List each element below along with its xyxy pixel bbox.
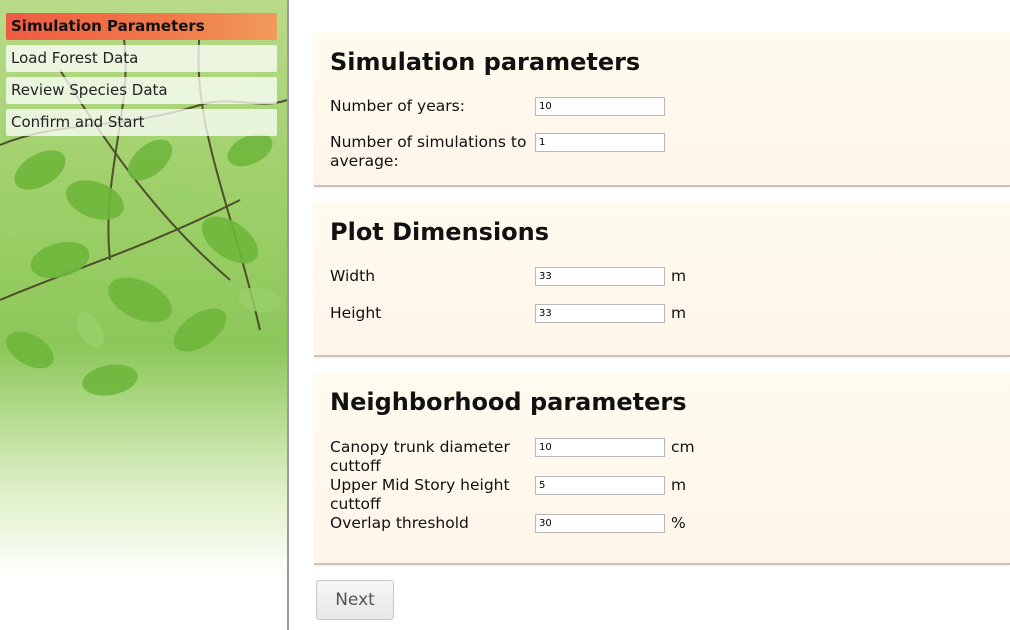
height-label: Height: [330, 304, 382, 322]
simulations-input[interactable]: [535, 133, 665, 152]
width-input[interactable]: [535, 267, 665, 286]
width-row: Width m: [330, 267, 990, 307]
sidebar: Simulation Parameters Load Forest Data R…: [0, 0, 287, 630]
simulation-parameters-title: Simulation parameters: [330, 48, 641, 76]
canopy-label: Canopy trunk diameter cuttoff: [330, 438, 510, 475]
plot-dimensions-title: Plot Dimensions: [330, 218, 550, 246]
neighborhood-parameters-panel: Neighborhood parameters Canopy trunk dia…: [314, 374, 1010, 565]
simulations-label: Number of simulations to average:: [330, 133, 527, 170]
wizard-nav: Simulation Parameters Load Forest Data R…: [6, 13, 277, 141]
canopy-row: Canopy trunk diameter cuttoff cm: [330, 438, 990, 478]
width-unit: m: [671, 267, 687, 285]
years-label: Number of years:: [330, 97, 465, 115]
years-row: Number of years:: [330, 97, 990, 137]
overlap-unit: %: [671, 514, 686, 532]
plot-dimensions-panel: Plot Dimensions Width m Height m: [314, 202, 1010, 357]
overlap-row: Overlap threshold %: [330, 514, 990, 554]
sidebar-divider: [287, 0, 289, 630]
canopy-unit: cm: [671, 438, 695, 456]
overlap-label: Overlap threshold: [330, 514, 469, 532]
upper-mid-story-row: Upper Mid Story height cuttoff m: [330, 476, 990, 516]
simulations-row: Number of simulations to average:: [330, 133, 990, 173]
nav-item-confirm-and-start[interactable]: Confirm and Start: [6, 109, 277, 136]
height-row: Height m: [330, 304, 990, 344]
upper-mid-story-unit: m: [671, 476, 687, 494]
simulation-parameters-panel: Simulation parameters Number of years: N…: [314, 32, 1010, 187]
width-label: Width: [330, 267, 376, 285]
height-input[interactable]: [535, 304, 665, 323]
nav-item-simulation-parameters[interactable]: Simulation Parameters: [6, 13, 277, 40]
canopy-input[interactable]: [535, 438, 665, 457]
next-button[interactable]: Next: [316, 580, 394, 620]
nav-item-load-forest-data[interactable]: Load Forest Data: [6, 45, 277, 72]
upper-mid-story-label: Upper Mid Story height cuttoff: [330, 476, 510, 513]
neighborhood-parameters-title: Neighborhood parameters: [330, 388, 687, 416]
height-unit: m: [671, 304, 687, 322]
overlap-input[interactable]: [535, 514, 665, 533]
nav-item-review-species-data[interactable]: Review Species Data: [6, 77, 277, 104]
upper-mid-story-input[interactable]: [535, 476, 665, 495]
years-input[interactable]: [535, 97, 665, 116]
